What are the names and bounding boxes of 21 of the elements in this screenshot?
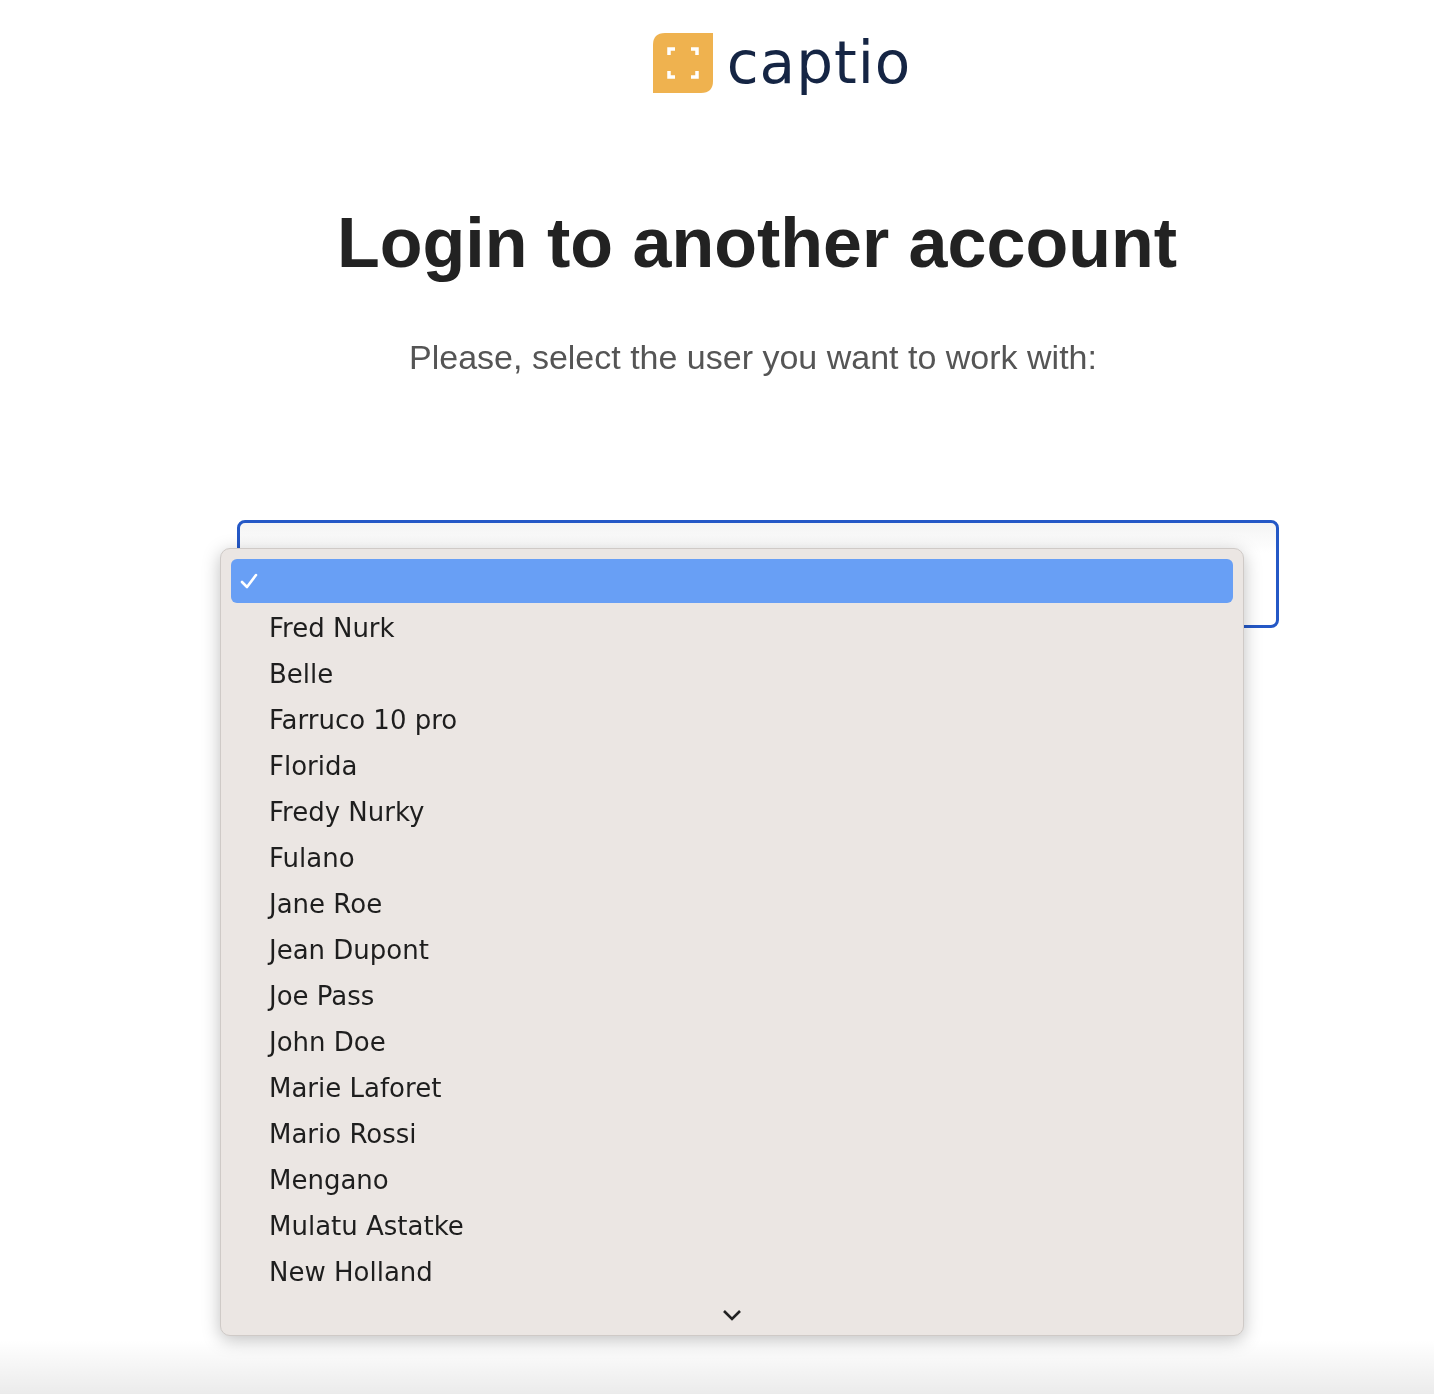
- user-option[interactable]: Joe Pass: [231, 973, 1233, 1019]
- user-option[interactable]: John Doe: [231, 1019, 1233, 1065]
- logo-icon: [652, 33, 713, 93]
- user-option[interactable]: Mengano: [231, 1157, 1233, 1203]
- user-option[interactable]: Jane Roe: [231, 881, 1233, 927]
- user-option[interactable]: Farruco 10 pro: [231, 697, 1233, 743]
- user-option[interactable]: Florida: [231, 743, 1233, 789]
- user-option[interactable]: New Holland: [231, 1249, 1233, 1295]
- user-option[interactable]: Belle: [231, 651, 1233, 697]
- user-option[interactable]: Fulano: [231, 835, 1233, 881]
- user-option[interactable]: Fredy Nurky: [231, 789, 1233, 835]
- user-option[interactable]: Mario Rossi: [231, 1111, 1233, 1157]
- page-heading: Login to another account: [336, 203, 1178, 283]
- chevron-down-icon[interactable]: [722, 1309, 742, 1321]
- user-option[interactable]: Fred Nurk: [231, 605, 1233, 651]
- subtitle-text: Please, select the user you want to work with:: [408, 337, 1098, 377]
- user-option[interactable]: Marie Laforet: [231, 1065, 1233, 1111]
- checkmark-icon: [239, 571, 259, 591]
- user-option[interactable]: Mulatu Astatke: [231, 1203, 1233, 1249]
- logo-wordmark: captio: [726, 33, 912, 93]
- user-option[interactable]: Jean Dupont: [231, 927, 1233, 973]
